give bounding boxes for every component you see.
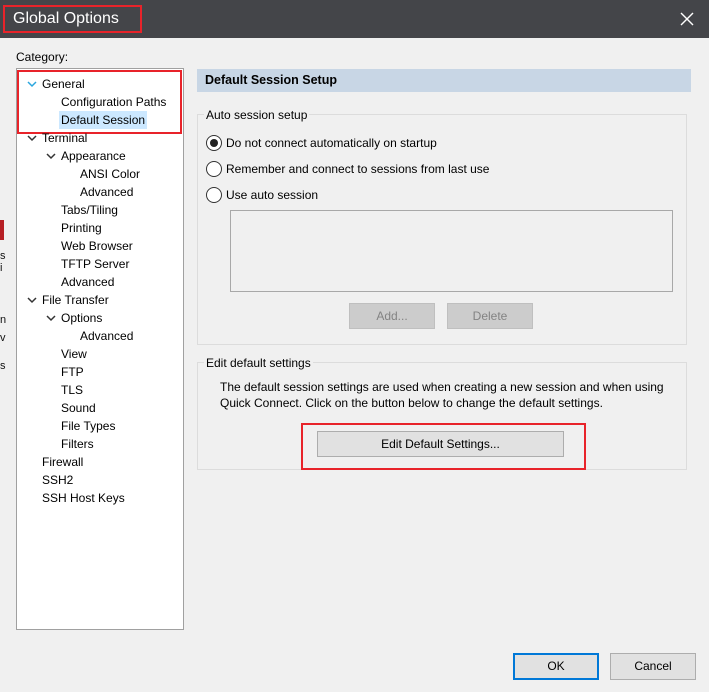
tree-item[interactable]: General [42, 75, 85, 93]
tree-item[interactable]: File Transfer [42, 291, 109, 309]
background-text: v [0, 332, 6, 344]
title-bar: Global Options [0, 0, 709, 38]
tree-item[interactable]: Advanced [80, 183, 133, 201]
chevron-down-icon[interactable] [26, 78, 38, 90]
radio-label: Use auto session [226, 188, 319, 202]
background-text: s [0, 360, 6, 372]
tree-item[interactable]: View [61, 345, 87, 363]
category-label: Category: [16, 50, 69, 64]
radio-remember-sessions[interactable]: Remember and connect to sessions from la… [206, 160, 489, 178]
delete-button[interactable]: Delete [447, 303, 533, 329]
tree-item[interactable]: Advanced [61, 273, 114, 291]
radio-button[interactable] [206, 187, 222, 203]
close-icon [680, 12, 694, 26]
tree-item[interactable]: File Types [61, 417, 115, 435]
tree-item[interactable]: ANSI Color [80, 165, 140, 183]
chevron-down-icon[interactable] [45, 150, 57, 162]
background-text: i [0, 262, 3, 274]
add-button[interactable]: Add... [349, 303, 435, 329]
tree-item[interactable]: Configuration Paths [61, 93, 166, 111]
tree-item[interactable]: Appearance [61, 147, 126, 165]
auto-session-group-label: Auto session setup [204, 108, 310, 122]
background-text: s [0, 250, 6, 262]
radio-label: Do not connect automatically on startup [226, 136, 437, 150]
radio-button[interactable] [206, 135, 222, 151]
tree-item[interactable]: Web Browser [61, 237, 133, 255]
ok-button[interactable]: OK [513, 653, 599, 680]
tree-item[interactable]: Filters [61, 435, 94, 453]
edit-button-annotation-box [301, 423, 586, 470]
radio-no-auto-connect[interactable]: Do not connect automatically on startup [206, 134, 437, 152]
tree-item[interactable]: Terminal [42, 129, 87, 147]
edit-defaults-description: The default session settings are used wh… [220, 380, 664, 410]
radio-button[interactable] [206, 161, 222, 177]
radio-use-auto-session[interactable]: Use auto session [206, 186, 318, 204]
auto-session-list[interactable] [230, 210, 673, 292]
tree-item[interactable]: Tabs/Tiling [61, 201, 118, 219]
tree-item[interactable]: FTP [61, 363, 84, 381]
tree-item[interactable]: Advanced [80, 327, 133, 345]
cancel-button[interactable]: Cancel [610, 653, 696, 680]
tree-item[interactable]: SSH2 [42, 471, 73, 489]
title-annotation-box [3, 5, 142, 33]
tree-item[interactable]: SSH Host Keys [42, 489, 125, 507]
edit-defaults-group-label: Edit default settings [204, 356, 313, 370]
panel-header: Default Session Setup [197, 69, 691, 92]
tree-item[interactable]: Options [61, 309, 102, 327]
radio-label: Remember and connect to sessions from la… [226, 162, 490, 176]
tree-item[interactable]: TFTP Server [61, 255, 129, 273]
close-button[interactable] [673, 6, 701, 32]
tree-item[interactable]: Printing [61, 219, 102, 237]
background-text: n [0, 314, 7, 326]
tree-item[interactable]: TLS [61, 381, 83, 399]
chevron-down-icon[interactable] [26, 132, 38, 144]
tree-item[interactable]: Firewall [42, 453, 83, 471]
background-window-edge [0, 220, 4, 240]
tree-item[interactable]: Default Session [59, 111, 148, 129]
tree-item[interactable]: Sound [61, 399, 96, 417]
category-tree[interactable]: General Configuration Paths Default Sessio… [16, 68, 184, 630]
chevron-down-icon[interactable] [45, 312, 57, 324]
chevron-down-icon[interactable] [26, 294, 38, 306]
